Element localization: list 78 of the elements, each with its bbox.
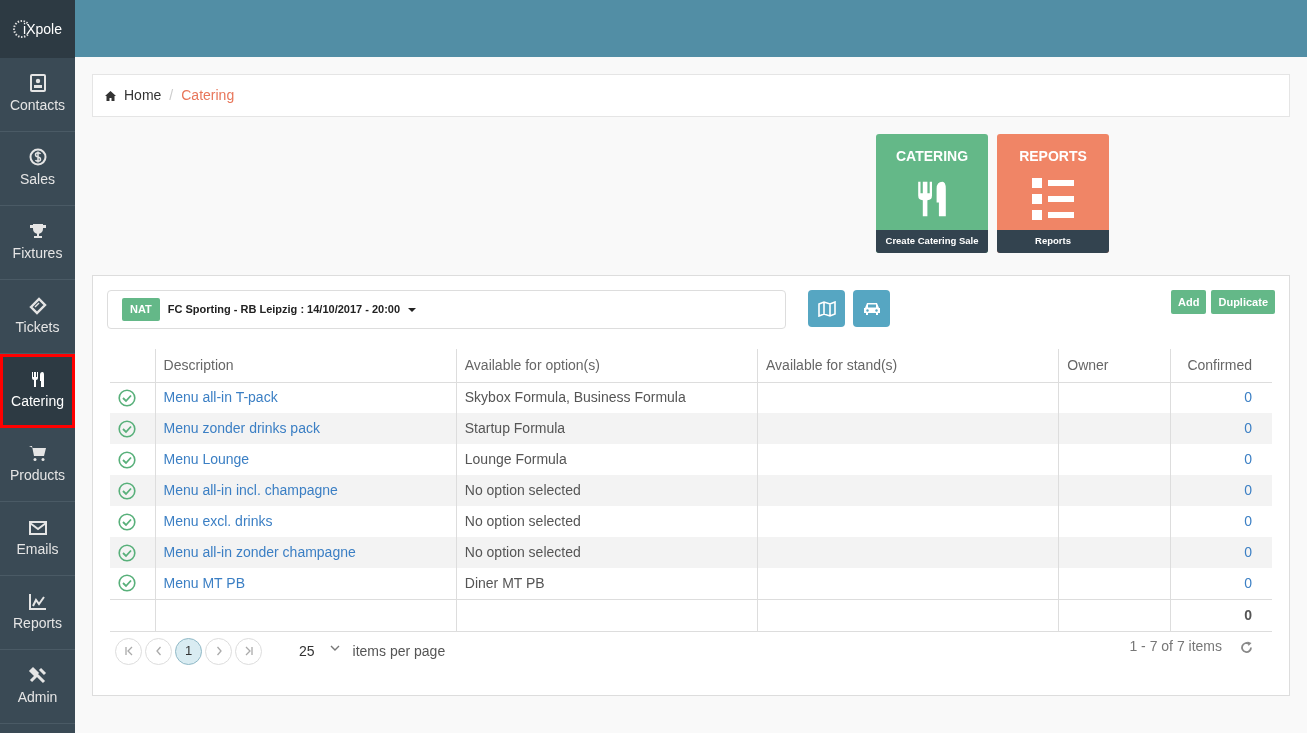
tile-caption: Create Catering Sale — [876, 230, 988, 253]
trophy-icon — [27, 221, 48, 241]
total-cell: 0 — [1244, 606, 1252, 623]
car-icon — [862, 301, 881, 316]
event-name: FC Sporting - RB Leipzig : 14/10/2017 - 20:00 — [167, 302, 401, 318]
column-header[interactable]: Available for stand(s) — [757, 349, 1059, 382]
breadcrumb-link[interactable]: Home — [124, 85, 162, 106]
confirmed-link[interactable]: 0 — [1244, 482, 1252, 498]
breadcrumb-separator: / — [169, 86, 174, 105]
contact-card-icon — [27, 73, 48, 93]
confirmed-link[interactable]: 0 — [1244, 513, 1252, 529]
column-header[interactable]: Owner — [1058, 349, 1171, 382]
confirmed-link[interactable]: 0 — [1244, 420, 1252, 436]
shortcut-tile[interactable]: REPORTS Reports — [997, 134, 1109, 253]
column-header[interactable]: Description — [155, 349, 457, 382]
caret-icon — [408, 307, 417, 312]
items-per-page-label: items per page — [352, 641, 446, 661]
first-page-icon — [123, 646, 134, 656]
confirmed-link[interactable]: 0 — [1244, 389, 1252, 406]
tools-icon — [27, 665, 48, 685]
description-link[interactable]: Menu all-in zonder champagne — [163, 544, 356, 560]
table-cell: Skybox Formula, Business Formula — [464, 389, 686, 406]
logo-text: iXpole — [23, 19, 62, 39]
cart-icon — [27, 443, 48, 463]
event-dropdown[interactable]: NAT FC Sporting - RB Leipzig : 14/10/2017 - 20:00 — [107, 290, 786, 329]
table-cell: Startup Formula — [464, 420, 566, 436]
list-icon — [1031, 176, 1075, 221]
sidebar-item[interactable]: Catering — [0, 354, 75, 428]
description-link[interactable]: Menu all-in T-pack — [163, 389, 278, 406]
description-link[interactable]: Menu Lounge — [163, 451, 250, 467]
table-cell: No option selected — [464, 513, 581, 529]
chart-icon — [27, 591, 48, 611]
map-icon — [817, 300, 836, 317]
page-button[interactable]: 1 — [175, 637, 202, 665]
table-cell: Diner MT PB — [464, 574, 545, 591]
sidebar-item[interactable]: Emails — [0, 502, 75, 576]
table-cell: No option selected — [464, 544, 581, 560]
sidebar-item[interactable]: Fixtures — [0, 206, 75, 280]
column-header[interactable]: Confirmed — [1170, 349, 1272, 382]
page-size-select[interactable]: 25 — [299, 640, 315, 662]
pager-summary: 1 - 7 of 7 items — [1129, 636, 1222, 656]
tile-caption: Reports — [997, 230, 1109, 253]
refresh-icon — [1240, 640, 1253, 654]
tile-title: REPORTS — [1018, 147, 1088, 166]
sidebar-item[interactable]: Reports — [0, 576, 75, 650]
nat-badge: NAT — [122, 298, 160, 321]
description-link[interactable]: Menu all-in incl. champagne — [163, 482, 338, 498]
check-circle-icon — [118, 543, 136, 562]
home-icon — [105, 90, 116, 101]
tile-title: CATERING — [894, 147, 970, 166]
shortcut-tile[interactable]: CATERING Create Catering Sale — [876, 134, 988, 253]
car-button[interactable] — [853, 290, 890, 327]
description-link[interactable]: Menu excl. drinks — [163, 513, 273, 529]
sidebar-item[interactable]: Products — [0, 428, 75, 502]
breadcrumb-link[interactable]: Catering — [181, 85, 235, 106]
confirmed-link[interactable]: 0 — [1244, 574, 1252, 591]
table-cell: Lounge Formula — [464, 451, 567, 467]
table-cell: No option selected — [464, 482, 581, 498]
check-circle-icon — [118, 419, 136, 438]
confirmed-link[interactable]: 0 — [1244, 544, 1252, 560]
map-button[interactable] — [808, 290, 845, 327]
description-link[interactable]: Menu MT PB — [163, 574, 245, 591]
column-header[interactable]: Available for option(s) — [456, 349, 758, 382]
ticket-icon — [27, 295, 48, 315]
check-circle-icon — [118, 481, 136, 500]
confirmed-link[interactable]: 0 — [1244, 451, 1252, 467]
sidebar-item[interactable]: Admin — [0, 650, 75, 724]
last-page-icon — [243, 646, 254, 656]
check-circle-icon — [118, 574, 136, 593]
sidebar-item[interactable]: Sales — [0, 132, 75, 206]
check-circle-icon — [118, 450, 136, 469]
dollar-icon — [27, 147, 48, 167]
description-link[interactable]: Menu zonder drinks pack — [163, 420, 320, 436]
check-circle-icon — [118, 512, 136, 531]
chevron-down-icon — [329, 645, 340, 651]
check-circle-icon — [118, 388, 136, 407]
refresh-button[interactable] — [1240, 640, 1253, 654]
sidebar-item[interactable]: Contacts — [0, 58, 75, 132]
